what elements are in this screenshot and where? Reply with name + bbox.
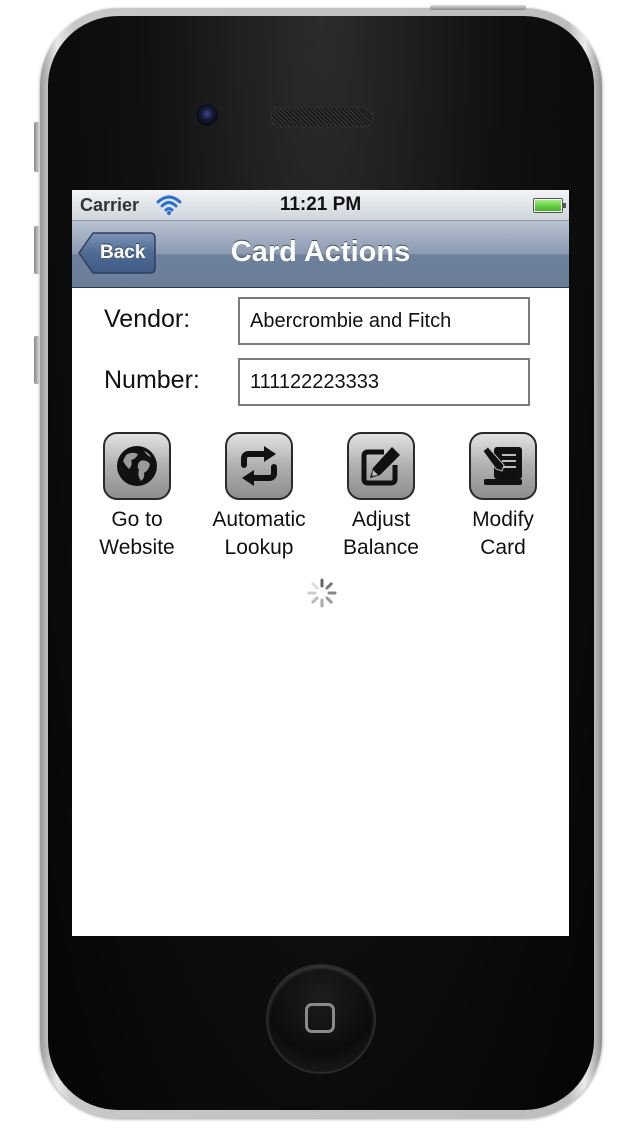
mute-switch [34, 122, 40, 172]
earpiece-speaker [270, 106, 374, 128]
refresh-icon [225, 432, 293, 500]
status-bar: Carrier 11:21 PM [72, 190, 569, 221]
volume-down-button [34, 336, 40, 384]
home-button[interactable] [268, 966, 374, 1072]
volume-up-button [34, 226, 40, 274]
vendor-field[interactable] [238, 297, 530, 345]
action-buttons: Go to Website Automatic Lookup Adjust Ba… [72, 432, 569, 572]
sleep-button [430, 5, 526, 10]
go-to-website-button[interactable]: Go to Website [76, 432, 198, 562]
home-square-icon [305, 1003, 335, 1033]
document-edit-icon [469, 432, 537, 500]
modify-card-label-1: Modify [472, 508, 534, 531]
modify-card-label-2: Card [480, 536, 526, 559]
go-to-website-label-2: Website [99, 536, 175, 559]
adjust-balance-label-1: Adjust [351, 508, 411, 531]
modify-card-button[interactable]: Modify Card [442, 432, 564, 562]
globe-icon [103, 432, 171, 500]
go-to-website-label-1: Go to [111, 508, 163, 531]
automatic-lookup-label-1: Automatic [212, 508, 306, 531]
number-label: Number: [104, 366, 200, 394]
loading-spinner-icon [306, 577, 338, 614]
battery-icon [533, 198, 566, 213]
adjust-balance-button[interactable]: Adjust Balance [320, 432, 442, 562]
screen: Carrier 11:21 PM Back Card Actions Vendo… [72, 190, 569, 936]
front-camera [196, 104, 218, 126]
page-title: Card Actions [230, 236, 411, 268]
edit-pencil-icon [347, 432, 415, 500]
automatic-lookup-button[interactable]: Automatic Lookup [198, 432, 320, 562]
adjust-balance-label-2: Balance [343, 536, 419, 559]
status-time: 11:21 PM [279, 194, 362, 215]
vendor-row: Vendor: [72, 297, 569, 345]
number-row: Number: [72, 358, 569, 406]
vendor-label: Vendor: [104, 305, 191, 333]
navigation-bar: Back Card Actions [72, 221, 569, 288]
number-field[interactable] [238, 358, 530, 406]
automatic-lookup-label-2: Lookup [224, 536, 294, 559]
